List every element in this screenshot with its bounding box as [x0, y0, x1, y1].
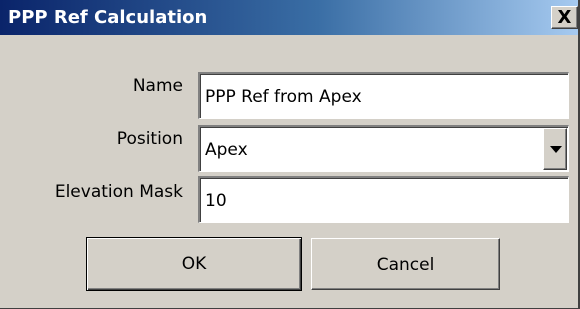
- chevron-down-icon: [550, 146, 562, 153]
- dialog-window: PPP Ref Calculation X Name PPP Ref from …: [0, 0, 580, 309]
- cancel-button[interactable]: Cancel: [311, 238, 500, 290]
- title-bar[interactable]: PPP Ref Calculation X: [0, 0, 578, 35]
- name-input-value: PPP Ref from Apex: [205, 87, 362, 107]
- position-select-value: Apex: [205, 140, 248, 160]
- window-title: PPP Ref Calculation: [8, 7, 208, 28]
- name-label: Name: [132, 76, 183, 96]
- ok-button[interactable]: OK: [86, 237, 302, 291]
- elevation-mask-label: Elevation Mask: [54, 182, 183, 202]
- elevation-mask-value: 10: [205, 191, 227, 211]
- close-button[interactable]: X: [551, 6, 578, 29]
- close-icon: X: [557, 7, 572, 28]
- dropdown-button[interactable]: [543, 128, 567, 170]
- name-input[interactable]: PPP Ref from Apex: [198, 72, 569, 119]
- position-select[interactable]: Apex: [198, 125, 569, 172]
- position-label: Position: [116, 129, 183, 149]
- elevation-mask-input[interactable]: 10: [198, 176, 569, 223]
